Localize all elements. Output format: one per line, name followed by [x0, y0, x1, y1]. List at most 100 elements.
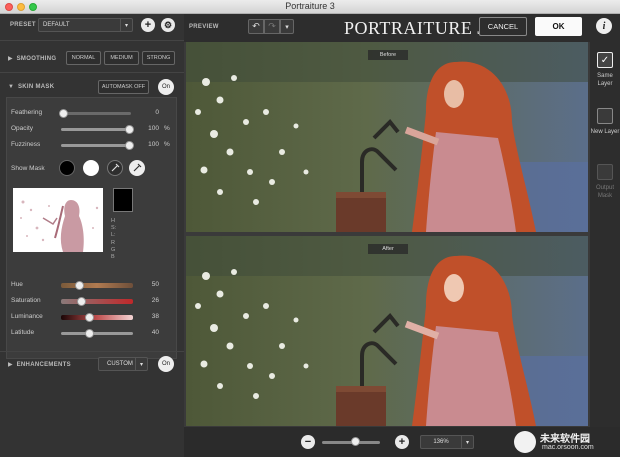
hsl-rgb-readout: H S: L: R G B [111, 218, 116, 261]
enhancements-label: ENHANCEMENTS [16, 361, 71, 368]
new-layer-label: New Layer [590, 129, 620, 135]
zoom-value: 136% [433, 439, 449, 445]
brand-name: PORTRAITURE [344, 18, 473, 38]
fuzziness-unit: % [164, 141, 170, 148]
skin-mask-label: SKIN MASK [17, 84, 55, 90]
white-mask-swatch[interactable] [83, 160, 99, 176]
watermark: 未来软件园 mac.orsoon.com [512, 429, 620, 457]
feathering-knob[interactable] [59, 109, 68, 118]
automask-button[interactable]: AUTOMASK OFF [98, 80, 149, 94]
preset-label: PRESET [10, 22, 36, 28]
eyedropper-add-icon[interactable] [129, 160, 145, 176]
black-mask-swatch[interactable] [59, 160, 75, 176]
show-mask-label: Show Mask [11, 165, 45, 172]
same-layer-label: Same Layer [597, 73, 613, 87]
g-readout: G [111, 246, 116, 253]
fuzziness-knob[interactable] [125, 141, 134, 150]
r-readout: R [111, 239, 115, 246]
enhancements-header[interactable]: ▶ ENHANCEMENTS [8, 361, 71, 369]
ok-button[interactable]: OK [535, 17, 582, 36]
saturation-value: 26 [151, 297, 159, 304]
luminance-label: Luminance [11, 313, 43, 320]
b-readout: B [111, 254, 115, 261]
hue-slider[interactable] [61, 283, 133, 288]
eyedropper-icon[interactable] [107, 160, 123, 176]
preview-area: Before After [184, 42, 590, 427]
chevron-right-icon: ▶ [8, 56, 13, 62]
watermark-logo-icon [514, 431, 536, 453]
l-readout: L: [111, 232, 116, 239]
h-readout: H [111, 218, 115, 224]
preset-dropdown[interactable]: DEFAULT ▾ [38, 18, 133, 32]
feathering-value: 0 [155, 109, 159, 116]
zoom-bar: − + 136% ▾ 未来软件园 mac.orsoon.com [184, 427, 620, 457]
chevron-down-icon: ▼ [8, 84, 14, 90]
skin-mask-thumbnail[interactable] [13, 188, 103, 252]
add-preset-button[interactable]: + [141, 18, 155, 32]
latitude-slider[interactable] [61, 332, 133, 335]
zoom-dropdown[interactable]: 136% ▾ [420, 435, 474, 449]
redo-button[interactable]: ↷ [264, 19, 280, 34]
window-titlebar: Portraiture 3 [0, 0, 620, 14]
feathering-label: Feathering [11, 109, 43, 116]
info-icon[interactable]: i [596, 18, 612, 34]
enhancements-toggle[interactable]: On [158, 356, 174, 372]
before-image[interactable]: Before [186, 42, 588, 232]
output-mask-label: Output Mask [595, 185, 614, 199]
skin-mask-header[interactable]: ▼ SKIN MASK [8, 84, 54, 90]
opacity-label: Opacity [11, 125, 34, 132]
smoothing-label: SMOOTHING [16, 55, 57, 62]
cancel-button[interactable]: CANCEL [479, 17, 527, 36]
after-label: After [368, 244, 408, 254]
same-layer-checkbox[interactable]: ✓ [597, 52, 613, 68]
s-readout: S: [111, 225, 117, 232]
fuzziness-value: 100 [148, 141, 159, 148]
chevron-down-icon: ▾ [135, 358, 147, 370]
smoothing-strong-button[interactable]: STRONG [142, 51, 175, 65]
smoothing-normal-button[interactable]: NORMAL [66, 51, 101, 65]
opacity-value: 100 [148, 125, 159, 132]
opacity-knob[interactable] [125, 125, 134, 134]
after-image[interactable]: After [186, 236, 588, 426]
hue-knob[interactable] [75, 281, 84, 290]
skin-mask-panel: Feathering 0 Opacity 100 % Fuzziness 100… [6, 97, 177, 359]
output-mask-checkbox[interactable] [597, 164, 613, 180]
gear-icon[interactable]: ⚙ [161, 18, 175, 32]
fuzziness-slider[interactable] [61, 144, 131, 147]
preset-value: DEFAULT [43, 22, 70, 28]
zoom-knob[interactable] [351, 437, 360, 446]
hue-value: 50 [151, 281, 159, 288]
enhancements-mode-dropdown[interactable]: CUSTOM ▾ [98, 357, 148, 371]
chevron-right-icon: ▶ [8, 362, 13, 368]
luminance-slider[interactable] [61, 315, 133, 320]
saturation-slider[interactable] [61, 299, 133, 304]
zoom-out-button[interactable]: − [301, 435, 315, 449]
window-title: Portraiture 3 [285, 1, 335, 11]
preview-label: PREVIEW [189, 24, 219, 30]
preview-toolbar: PREVIEW ↶ ↷ ▾ PORTRAITURE 3ai CANCEL OK … [184, 14, 620, 42]
hue-label: Hue [11, 281, 23, 288]
output-options: ✓ Same Layer New Layer Output Mask [590, 42, 620, 427]
chevron-down-icon: ▾ [120, 19, 132, 31]
new-layer-checkbox[interactable] [597, 108, 613, 124]
smoothing-header[interactable]: ▶ SMOOTHING [8, 55, 57, 63]
before-label: Before [368, 50, 408, 60]
fuzziness-label: Fuzziness [11, 141, 41, 148]
latitude-knob[interactable] [85, 329, 94, 338]
feathering-slider[interactable] [61, 112, 131, 115]
skin-mask-toggle[interactable]: On [158, 79, 174, 95]
opacity-slider[interactable] [61, 128, 131, 131]
latitude-value: 40 [151, 329, 159, 336]
latitude-label: Latitude [11, 329, 35, 336]
zoom-in-button[interactable]: + [395, 435, 409, 449]
watermark-url: mac.orsoon.com [542, 444, 594, 451]
luminance-knob[interactable] [85, 313, 94, 322]
undo-button[interactable]: ↶ [248, 19, 264, 34]
luminance-value: 38 [151, 313, 159, 320]
watermark-cn-text: 未来软件园 [540, 434, 590, 445]
history-dropdown[interactable]: ▾ [280, 19, 294, 34]
opacity-unit: % [164, 125, 170, 132]
enhancements-mode-value: CUSTOM [107, 361, 133, 367]
smoothing-medium-button[interactable]: MEDIUM [104, 51, 139, 65]
saturation-knob[interactable] [77, 297, 86, 306]
